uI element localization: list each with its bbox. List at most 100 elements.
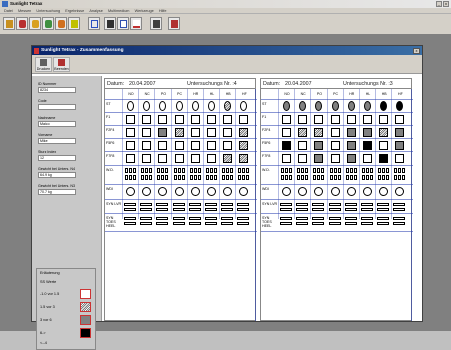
- score-square: [282, 115, 291, 124]
- date-label: Datum:: [263, 80, 281, 87]
- wdi-circle: [363, 187, 372, 196]
- exam-panel: Datum: 20.04.2007 Untersuchungs Nr. :4 NO NC…: [104, 78, 257, 321]
- syn-bar: [188, 217, 201, 220]
- score-square: [395, 115, 405, 124]
- door-exit-icon: [58, 59, 65, 66]
- syn-bar: [328, 222, 341, 225]
- row-divider: [105, 231, 257, 232]
- exit-button[interactable]: Beenden: [53, 57, 70, 72]
- person-green-icon[interactable]: [42, 17, 54, 30]
- person-red-icon[interactable]: [16, 17, 28, 30]
- legend-swatch: [80, 315, 91, 325]
- row-divider: [105, 184, 257, 185]
- st-circle: [364, 101, 371, 111]
- score-square: [298, 115, 308, 124]
- monitor-icon[interactable]: [104, 17, 116, 30]
- wd-bar: [281, 168, 284, 173]
- syn-bar: [124, 208, 136, 211]
- row-divider: [105, 165, 257, 166]
- score-square: [239, 154, 249, 163]
- date-label: Datum:: [107, 80, 125, 87]
- wdi-circle: [395, 187, 405, 196]
- exit-icon[interactable]: [168, 17, 180, 30]
- person-orange-icon[interactable]: [55, 17, 67, 30]
- wd-bar: [370, 175, 373, 180]
- screen-icon[interactable]: [150, 17, 162, 30]
- syn-bar: [237, 217, 250, 220]
- syn-bar: [156, 222, 169, 225]
- row-label: W.D.: [106, 168, 114, 172]
- score-square: [330, 128, 340, 137]
- row-label: F1: [106, 115, 111, 119]
- field-value: Maico: [38, 121, 76, 127]
- column-header: PC: [177, 92, 183, 96]
- syn-bar: [361, 222, 373, 225]
- wdi-circle: [158, 187, 168, 196]
- footprint-icon[interactable]: [88, 17, 100, 30]
- field-label: Gewicht bei Unters. N3: [38, 184, 75, 188]
- row-label: F1: [262, 115, 267, 119]
- score-square: [158, 128, 168, 137]
- row-label: F7F8: [106, 154, 115, 158]
- wd-bar: [145, 168, 149, 173]
- wdi-circle: [282, 187, 291, 196]
- wdi-circle: [314, 187, 324, 196]
- patient-icon[interactable]: [3, 17, 15, 30]
- row-divider: [105, 138, 257, 139]
- column-header: PO: [316, 92, 322, 96]
- syn-bar: [296, 208, 309, 211]
- syn-bar: [172, 222, 185, 225]
- dialog-close-button[interactable]: x: [413, 47, 420, 54]
- wd-bar: [189, 168, 193, 173]
- wd-bar: [321, 168, 325, 173]
- st-circle: [143, 101, 151, 111]
- wd-bar: [242, 168, 246, 173]
- wd-bar: [378, 175, 382, 180]
- column-header: NO: [128, 92, 134, 96]
- legend-row-label: 6->: [40, 331, 46, 335]
- print-button[interactable]: Drucken: [35, 57, 52, 72]
- score-square: [346, 141, 356, 150]
- app-icon: [2, 1, 8, 7]
- wd-bar: [222, 168, 226, 173]
- wd-bar: [125, 175, 128, 180]
- chart-icon[interactable]: [130, 17, 142, 30]
- app-title-bar: Sunlight Tetrax _ x: [0, 0, 451, 8]
- wd-bar: [382, 175, 386, 180]
- wd-bar: [301, 175, 305, 180]
- wdi-circle: [207, 187, 216, 196]
- row-divider: [261, 165, 413, 166]
- syn-bar: [296, 222, 309, 225]
- flag-icon[interactable]: [68, 17, 80, 30]
- field-label: Code: [38, 99, 47, 103]
- legend-title: Erläuterung: [40, 271, 60, 275]
- syn-bar: [205, 203, 217, 206]
- score-square: [190, 141, 200, 150]
- close-window-button[interactable]: x: [443, 1, 449, 7]
- wd-bar: [230, 168, 234, 173]
- wdi-circle: [126, 187, 135, 196]
- minimize-button[interactable]: _: [436, 1, 442, 7]
- score-square: [314, 141, 324, 150]
- row-label: F7F8: [262, 154, 271, 158]
- graph-icon[interactable]: [117, 17, 129, 30]
- row-divider: [105, 99, 257, 100]
- syn-bar: [328, 217, 341, 220]
- row-label: ST: [262, 102, 267, 106]
- wd-bar: [402, 168, 406, 173]
- st-circle: [224, 101, 232, 111]
- panel-edge: [411, 89, 412, 321]
- syn-bar: [221, 203, 234, 206]
- legend-swatch: [80, 302, 91, 312]
- syn-bar: [280, 208, 292, 211]
- wd-bar: [145, 175, 149, 180]
- wd-bar: [214, 168, 217, 173]
- column-header: NC: [300, 92, 306, 96]
- row-label: W.D.: [262, 168, 270, 172]
- wd-bar: [289, 168, 292, 173]
- person-yellow-icon[interactable]: [29, 17, 41, 30]
- wd-bar: [165, 168, 169, 173]
- score-square: [174, 128, 184, 137]
- syn-bar: [312, 222, 325, 225]
- syn-bar: [237, 222, 250, 225]
